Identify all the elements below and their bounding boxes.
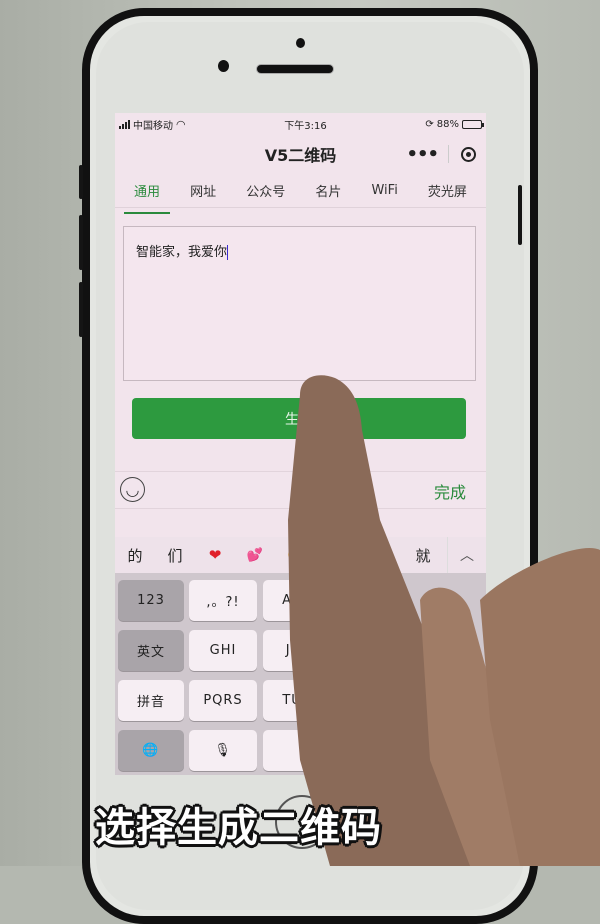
- key-tuv[interactable]: TUV: [263, 680, 331, 721]
- proximity-sensor: [218, 60, 229, 72]
- content-input-value: 智能家，我爱你: [136, 245, 228, 260]
- key-abc[interactable]: ABC: [263, 580, 331, 621]
- tab-official-account[interactable]: 公众号: [246, 175, 285, 206]
- rotation-lock-icon: ⟳: [425, 118, 434, 130]
- carrier-label: 中国移动: [133, 120, 173, 132]
- chevron-up-icon[interactable]: ︿: [447, 537, 486, 573]
- candidate-bar: 的 们 ❤ 💕 😘 就 ︿: [115, 537, 486, 573]
- tab-business-card[interactable]: 名片: [315, 175, 341, 206]
- text-caret: [227, 245, 229, 260]
- key-jkl[interactable]: JKL: [263, 630, 331, 671]
- phone-screen: 中国移动 ◠ 下午3:16 ⟳ 88% V5二维码 ••• 通用 网址 公众号 …: [115, 113, 486, 775]
- key-english[interactable]: 英文: [118, 630, 184, 671]
- key-punctuation[interactable]: ,。?!: [189, 580, 257, 621]
- page-title: V5二维码: [264, 146, 337, 165]
- tab-wifi[interactable]: WiFi: [371, 177, 397, 204]
- battery-percent: 88%: [436, 118, 459, 130]
- battery-icon: [461, 119, 484, 129]
- power-button: [518, 185, 522, 245]
- capsule-divider: [448, 145, 449, 163]
- status-bar: 中国移动 ◠ 下午3:16 ⟳ 88%: [115, 113, 486, 135]
- candidate-item[interactable]: 就: [403, 545, 443, 566]
- tab-bar: 通用 网址 公众号 名片 WiFi 荧光屏: [115, 173, 486, 214]
- key-pinyin[interactable]: 拼音: [118, 680, 184, 721]
- generate-button-label: 生成: [285, 411, 313, 428]
- tab-fluorescent-screen[interactable]: 荧光屏: [428, 175, 467, 206]
- earpiece-speaker: [256, 64, 334, 74]
- nav-bar: V5二维码 •••: [115, 135, 486, 173]
- tab-url[interactable]: 网址: [190, 175, 216, 206]
- more-dots-icon[interactable]: •••: [396, 144, 448, 165]
- content-input[interactable]: 智能家，我爱你: [123, 226, 476, 381]
- candidate-item[interactable]: 们: [155, 545, 195, 566]
- generate-button[interactable]: 生成: [132, 398, 466, 439]
- front-camera: [296, 38, 305, 48]
- candidate-two-hearts-emoji[interactable]: 💕: [235, 548, 275, 563]
- close-target-icon[interactable]: [461, 146, 476, 162]
- mic-icon[interactable]: 🎙: [189, 730, 257, 771]
- key-space[interactable]: 空格: [263, 730, 413, 771]
- wifi-icon: ◠: [176, 117, 186, 131]
- signal-icon: [119, 119, 130, 129]
- status-time: 下午3:16: [284, 120, 327, 132]
- mini-program-capsule: •••: [396, 140, 476, 168]
- mute-switch: [79, 165, 83, 199]
- done-button[interactable]: 完成: [434, 479, 466, 503]
- volume-up-button: [79, 215, 83, 270]
- candidate-heart-emoji[interactable]: ❤: [195, 546, 235, 564]
- candidate-kiss-emoji[interactable]: 😘: [275, 546, 315, 564]
- key-123[interactable]: 123: [118, 580, 184, 621]
- emoji-face-icon[interactable]: ◡: [120, 477, 145, 502]
- keyboard-accessory-bar: ◡ 完成: [115, 471, 486, 509]
- candidate-item[interactable]: 的: [115, 545, 155, 566]
- video-caption: 选择生成二维码: [95, 805, 382, 851]
- volume-down-button: [79, 282, 83, 337]
- key-ghi[interactable]: GHI: [189, 630, 257, 671]
- keyboard: 123 ,。?! ABC 英文 GHI JKL 拼音 PQRS TUV 🌐 🎙 …: [115, 573, 486, 775]
- key-pqrs[interactable]: PQRS: [189, 680, 257, 721]
- globe-icon[interactable]: 🌐: [118, 730, 184, 771]
- tab-general[interactable]: 通用: [124, 175, 171, 214]
